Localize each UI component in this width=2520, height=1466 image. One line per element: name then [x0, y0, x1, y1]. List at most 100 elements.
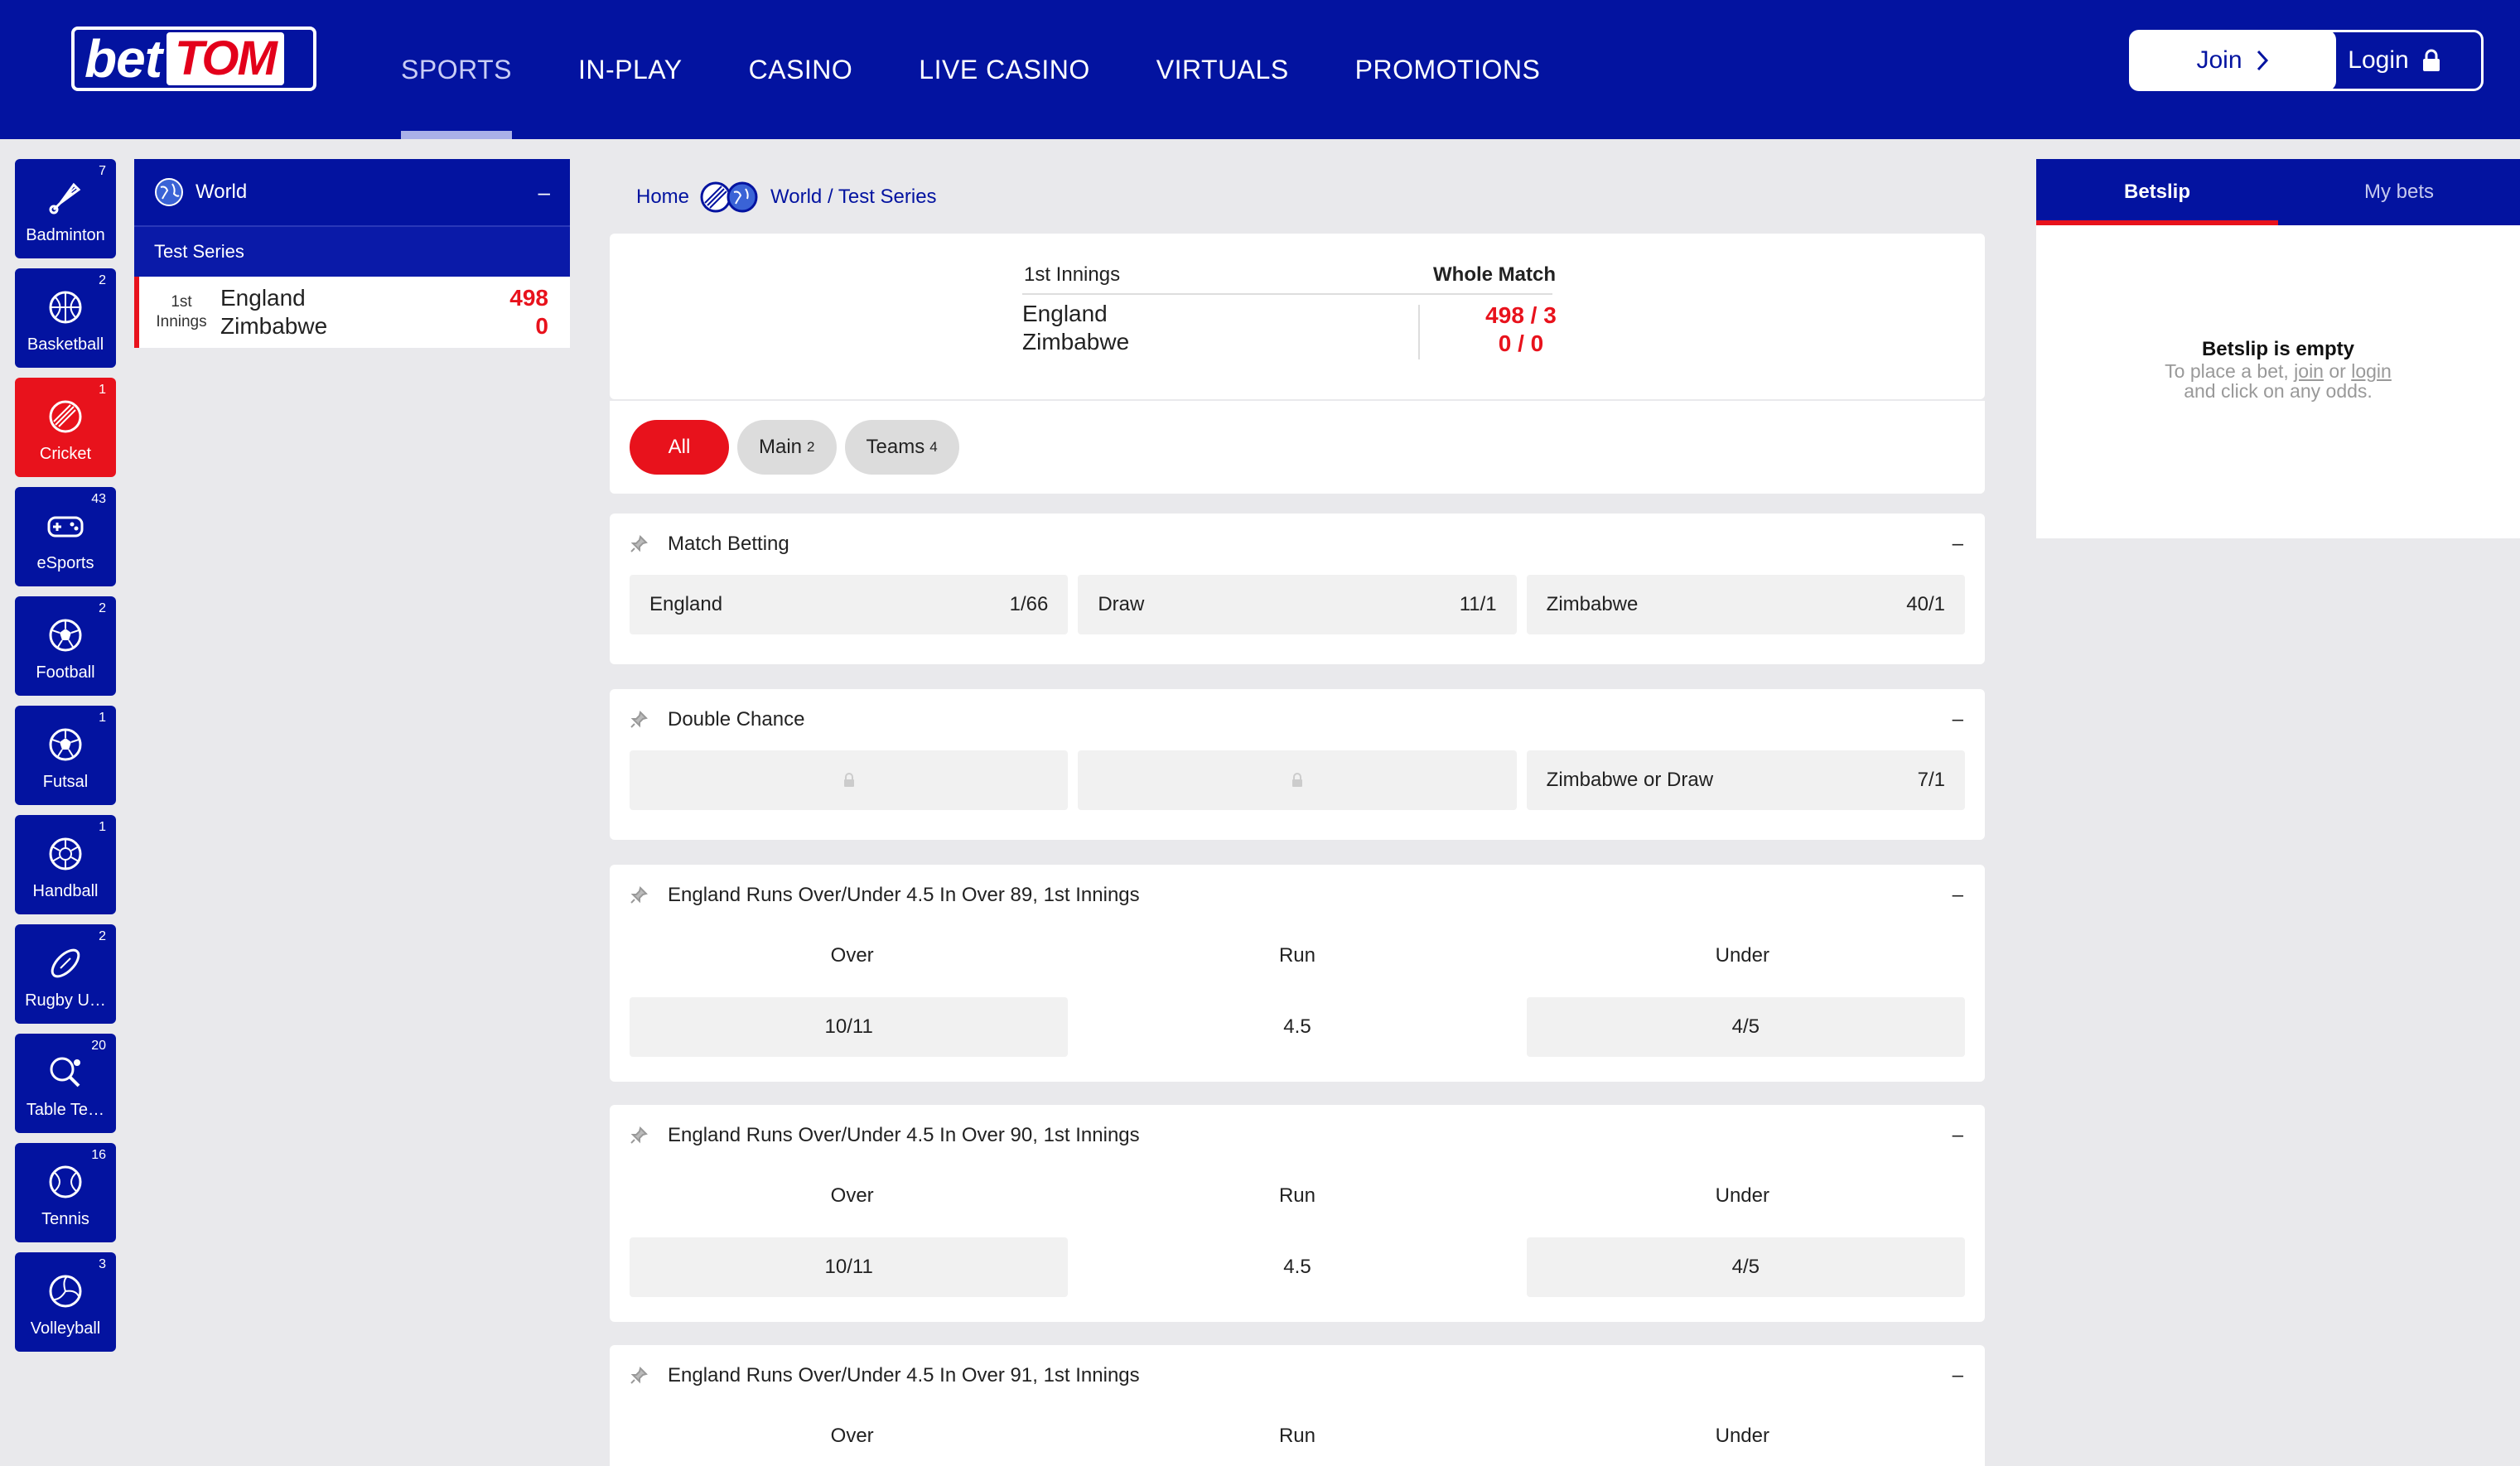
scoreboard-scores: 498 / 3 0 / 0 — [1455, 301, 1587, 358]
nav-live-casino[interactable]: LIVE CASINO — [919, 0, 1089, 139]
market-title: England Runs Over/Under 4.5 In Over 89, … — [668, 884, 1140, 906]
pin-icon[interactable] — [630, 886, 648, 904]
sport-rugby-union[interactable]: 2 Rugby U… — [15, 924, 116, 1024]
join-link[interactable]: join — [2294, 360, 2324, 382]
breadcrumb-home[interactable]: Home — [636, 186, 689, 209]
filter-main[interactable]: Main 2 — [737, 420, 837, 475]
nav-promotions[interactable]: PROMOTIONS — [1355, 0, 1541, 139]
login-button[interactable]: Login — [2306, 30, 2484, 91]
odds-button-over[interactable]: 10/11 — [630, 1237, 1069, 1297]
market-header[interactable]: Match Betting – — [610, 514, 1985, 575]
odds-row: Zimbabwe or Draw 7/1 — [610, 750, 1985, 810]
betslip-msg-post: and click on any odds. — [2184, 380, 2373, 402]
competition-header[interactable]: Test Series — [134, 225, 570, 277]
betslip-empty-state: Betslip is empty To place a bet, join or… — [2036, 338, 2520, 401]
ou-odds-row: 10/11 4.5 4/5 — [610, 1237, 1985, 1297]
selection-name: England — [649, 593, 723, 615]
football-icon — [49, 619, 82, 652]
nav-virtuals[interactable]: VIRTUALS — [1156, 0, 1289, 139]
sport-count: 1 — [99, 820, 106, 834]
collapse-icon[interactable]: – — [538, 180, 550, 205]
market-title: England Runs Over/Under 4.5 In Over 91, … — [668, 1364, 1140, 1386]
odds-button-zimbabwe[interactable]: Zimbabwe 40/1 — [1526, 575, 1965, 634]
logo-tom: TOM — [167, 32, 284, 85]
filter-teams[interactable]: Teams 4 — [844, 420, 959, 475]
login-label: Login — [2348, 46, 2409, 74]
odds-row: England 1/66 Draw 11/1 Zimbabwe 40/1 — [610, 575, 1985, 634]
ou-column-labels: Over Run Under — [610, 1166, 1985, 1226]
nav-in-play[interactable]: IN-PLAY — [578, 0, 683, 139]
sport-tennis[interactable]: 16 Tennis — [15, 1143, 116, 1242]
nav-sports[interactable]: SPORTS — [401, 0, 512, 139]
run-label: Run — [1278, 944, 1316, 967]
odds-button-under[interactable]: 4/5 — [1526, 997, 1965, 1057]
run-line: 4.5 — [1283, 1256, 1311, 1278]
collapse-icon[interactable]: – — [1953, 1124, 1963, 1147]
sport-football[interactable]: 2 Football — [15, 596, 116, 696]
market-header[interactable]: England Runs Over/Under 4.5 In Over 89, … — [610, 865, 1985, 926]
scoreboard-period: 1st Innings — [1024, 263, 1121, 286]
event-home-team: England — [220, 285, 306, 311]
filter-label: Main — [759, 436, 803, 458]
tab-my-bets[interactable]: My bets — [2278, 159, 2520, 225]
region-header[interactable]: World – — [134, 159, 570, 225]
sport-label: Handball — [32, 882, 99, 900]
login-link[interactable]: login — [2351, 360, 2392, 382]
selection-odds: 11/1 — [1459, 593, 1497, 615]
breadcrumb-path[interactable]: World / Test Series — [770, 186, 937, 209]
sports-sidebar: 7 Badminton 2 Basketball 1 Cricket 43 eS… — [15, 159, 116, 1362]
pin-icon[interactable] — [630, 535, 648, 553]
market-over-under: England Runs Over/Under 4.5 In Over 90, … — [610, 1105, 1985, 1322]
tab-betslip[interactable]: Betslip — [2036, 159, 2278, 225]
join-button[interactable]: Join — [2129, 30, 2336, 91]
odds-button-locked — [1078, 750, 1517, 810]
gamepad-icon — [47, 516, 84, 538]
odds-button-zimbabwe-or-draw[interactable]: Zimbabwe or Draw 7/1 — [1526, 750, 1965, 810]
over-label: Over — [830, 1184, 874, 1207]
event-away-team: Zimbabwe — [220, 313, 328, 339]
breadcrumb: Home World / Test Series — [636, 181, 937, 214]
betslip-panel: Betslip My bets Betslip is empty To plac… — [2036, 159, 2520, 538]
sport-futsal[interactable]: 1 Futsal — [15, 706, 116, 805]
event-period: 1st Innings — [151, 292, 212, 332]
market-over-under: England Runs Over/Under 4.5 In Over 91, … — [610, 1345, 1985, 1466]
odds-button-over[interactable]: 10/11 — [630, 997, 1069, 1057]
collapse-icon[interactable]: – — [1953, 1364, 1963, 1387]
betslip-empty-message: To place a bet, join or login and click … — [2036, 361, 2520, 401]
bettom-logo[interactable]: bet TOM — [71, 27, 316, 91]
betslip-tabs: Betslip My bets — [2036, 159, 2520, 225]
collapse-icon[interactable]: – — [1953, 708, 1963, 731]
sport-handball[interactable]: 1 Handball — [15, 815, 116, 914]
over-label: Over — [830, 944, 874, 967]
market-header[interactable]: England Runs Over/Under 4.5 In Over 90, … — [610, 1105, 1985, 1166]
nav-casino[interactable]: CASINO — [749, 0, 853, 139]
market-header[interactable]: Double Chance – — [610, 689, 1985, 750]
sport-label: Table Te… — [26, 1101, 105, 1119]
selection-name: Zimbabwe — [1546, 593, 1639, 615]
sport-badminton[interactable]: 7 Badminton — [15, 159, 116, 258]
event-away-score: 0 — [535, 313, 548, 339]
odds-button-under[interactable]: 4/5 — [1526, 1237, 1965, 1297]
collapse-icon[interactable]: – — [1953, 533, 1963, 556]
odds-button-draw[interactable]: Draw 11/1 — [1078, 575, 1517, 634]
event-scores: 498 0 — [509, 284, 548, 340]
pin-icon[interactable] — [630, 1367, 648, 1385]
sport-basketball[interactable]: 2 Basketball — [15, 268, 116, 368]
collapse-icon[interactable]: – — [1953, 884, 1963, 907]
filter-all[interactable]: All — [630, 420, 729, 475]
sport-esports[interactable]: 43 eSports — [15, 487, 116, 586]
sport-rings-icon — [700, 181, 758, 213]
sport-label: Football — [36, 663, 95, 682]
pin-icon[interactable] — [630, 1126, 648, 1145]
market-header[interactable]: England Runs Over/Under 4.5 In Over 91, … — [610, 1345, 1985, 1406]
sport-volleyball[interactable]: 3 Volleyball — [15, 1252, 116, 1352]
sport-cricket[interactable]: 1 Cricket — [15, 378, 116, 477]
betslip-msg-or: or — [2329, 360, 2346, 382]
lock-icon — [1291, 773, 1302, 787]
event-period-line1: 1st — [171, 293, 192, 311]
sport-table-tennis[interactable]: 20 Table Te… — [15, 1034, 116, 1133]
odds-button-england[interactable]: England 1/66 — [630, 575, 1069, 634]
pin-icon[interactable] — [630, 711, 648, 729]
event-row[interactable]: 1st Innings England Zimbabwe 498 0 — [134, 277, 570, 348]
market-title: England Runs Over/Under 4.5 In Over 90, … — [668, 1124, 1140, 1146]
